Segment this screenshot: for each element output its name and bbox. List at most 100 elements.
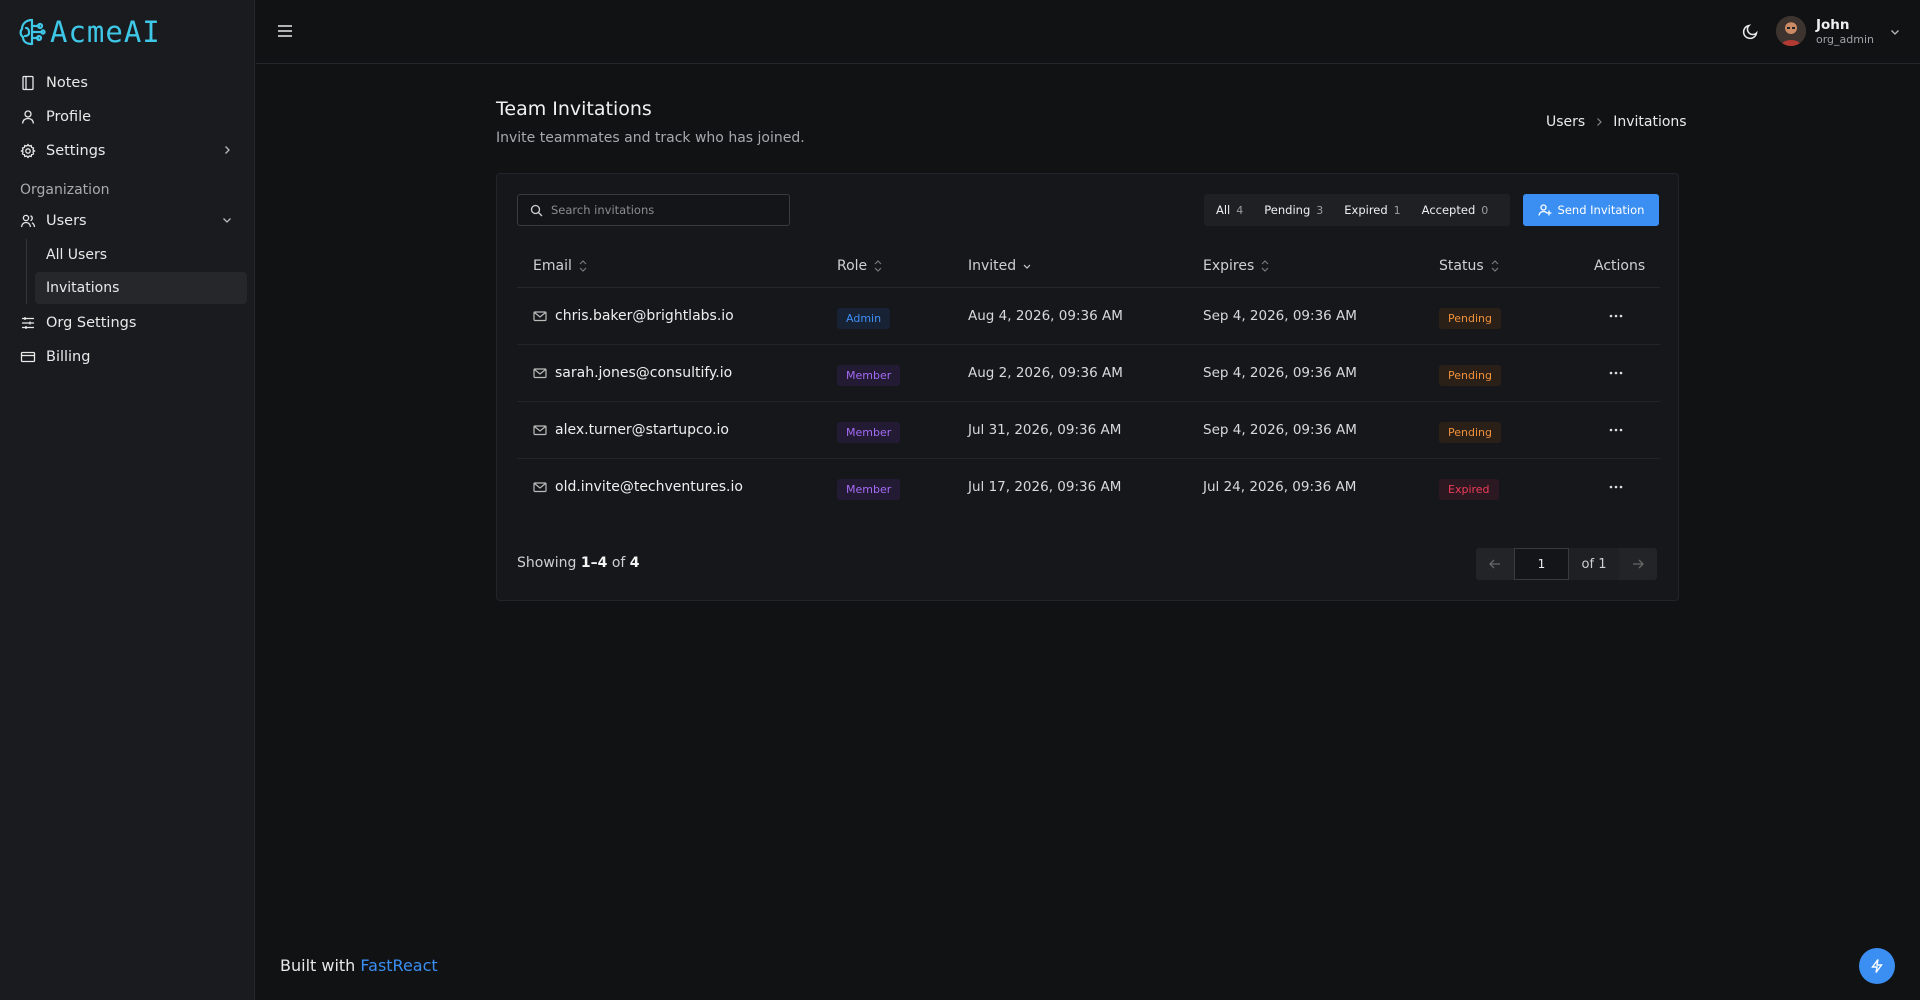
role-cell: Member [837,365,901,386]
actions-cell [1608,365,1624,381]
filter-count: 1 [1393,203,1401,217]
expires-cell: Jul 24, 2026, 09:36 AM [1203,479,1357,495]
sort-icon [578,259,588,273]
status-badge: Pending [1439,308,1501,329]
lightning-icon [1869,958,1885,974]
more-actions-icon[interactable] [1608,479,1624,495]
status-cell: Pending [1439,365,1501,386]
logo[interactable]: AcmeAI [18,14,161,50]
table-row: alex.turner@startupco.io Member Jul 31, … [517,402,1660,459]
filter-label: Pending [1264,203,1311,217]
breadcrumb-invitations: Invitations [1613,114,1687,130]
column-header-status[interactable]: Status [1439,256,1500,276]
email-text: alex.turner@startupco.io [555,422,729,438]
column-header-actions: Actions [1594,256,1645,276]
user-plus-icon [1537,203,1552,217]
sidebar-item-label: Users [46,213,87,229]
email-cell: old.invite@techventures.io [533,479,743,495]
email-cell: chris.baker@brightlabs.io [533,308,734,324]
status-badge: Pending [1439,422,1501,443]
send-invitation-button[interactable]: Send Invitation [1523,194,1659,226]
filter-count: 3 [1316,203,1324,217]
actions-cell [1608,308,1624,324]
status-filter-tabs: All 4 Pending 3 Expired 1 Accepted 0 [1204,194,1510,226]
search-box[interactable] [517,194,790,226]
sidebar-item-billing[interactable]: Billing [0,340,255,374]
avatar[interactable] [1776,16,1806,46]
sliders-icon [20,315,36,331]
showing-total: 4 [629,555,640,571]
status-cell: Pending [1439,308,1501,329]
search-icon [530,204,543,217]
sidebar-item-label: Notes [46,75,88,91]
sidebar-item-settings[interactable]: Settings [0,134,255,168]
expires-cell: Sep 4, 2026, 09:36 AM [1203,422,1357,438]
logo-text: AcmeAI [50,15,161,49]
quick-action-button[interactable] [1859,948,1895,984]
showing-range: 1–4 [580,555,608,571]
filter-all[interactable]: All 4 [1204,194,1252,226]
actions-cell [1608,479,1624,495]
filter-label: Expired [1344,203,1388,217]
invited-cell: Aug 2, 2026, 09:36 AM [968,365,1123,381]
column-label: Actions [1594,258,1646,274]
filter-accepted[interactable]: Accepted 0 [1410,194,1498,226]
column-header-role[interactable]: Role [837,256,883,276]
arrow-left-icon [1488,557,1502,571]
breadcrumb-users[interactable]: Users [1546,114,1585,130]
sidebar-item-label: Billing [46,349,91,365]
chevron-down-icon[interactable] [1889,26,1901,38]
fastreact-link[interactable]: FastReact [360,956,437,975]
sidebar-item-users[interactable]: Users [0,204,255,238]
showing-of: of [611,555,626,571]
more-actions-icon[interactable] [1608,308,1624,324]
table-row: old.invite@techventures.io Member Jul 17… [517,459,1660,516]
topbar: John org_admin [256,0,1920,64]
mail-icon [533,366,547,380]
column-header-invited[interactable]: Invited [968,256,1032,276]
search-input[interactable] [551,203,771,217]
page-subtitle: Invite teammates and track who has joine… [496,130,805,146]
invited-cell: Aug 4, 2026, 09:36 AM [968,308,1123,324]
user-name[interactable]: John [1816,17,1850,33]
page-title: Team Invitations [496,98,652,120]
page-number-input[interactable] [1514,548,1569,580]
send-invitation-label: Send Invitation [1557,203,1645,217]
role-badge: Admin [837,308,891,329]
table-row: chris.baker@brightlabs.io Admin Aug 4, 2… [517,288,1660,345]
filter-expired[interactable]: Expired 1 [1332,194,1409,226]
filter-label: All [1216,203,1231,217]
sort-icon [1260,259,1270,273]
column-header-email[interactable]: Email [533,256,588,276]
mail-icon [533,309,547,323]
column-label: Email [533,258,572,274]
sort-desc-icon [1022,259,1032,273]
next-page-button[interactable] [1619,548,1657,580]
showing-prefix: Showing [517,555,577,571]
column-header-expires[interactable]: Expires [1203,256,1270,276]
sidebar-item-label: Profile [46,109,92,125]
more-actions-icon[interactable] [1608,422,1624,438]
hamburger-menu-icon[interactable] [276,22,294,40]
filter-pending[interactable]: Pending 3 [1252,194,1332,226]
invited-cell: Jul 17, 2026, 09:36 AM [968,479,1122,495]
sidebar-subitem-invitations[interactable]: Invitations [35,272,247,304]
user-role: org_admin [1816,33,1875,46]
more-actions-icon[interactable] [1608,365,1624,381]
moon-icon[interactable] [1742,22,1760,40]
sidebar-section-organization: Organization [20,182,110,198]
sidebar-item-profile[interactable]: Profile [0,100,255,134]
sidebar-subitem-all-users[interactable]: All Users [35,239,247,271]
showing-summary: Showing 1–4 of 4 [517,555,640,571]
gear-icon [20,143,36,159]
email-text: chris.baker@brightlabs.io [555,308,734,324]
chevron-right-icon [1594,117,1604,127]
role-cell: Member [837,479,901,500]
sidebar-item-notes[interactable]: Notes [0,66,255,100]
email-cell: alex.turner@startupco.io [533,422,729,438]
mail-icon [533,480,547,494]
prev-page-button[interactable] [1476,548,1514,580]
sidebar: AcmeAI Notes Profile Settings Organizati… [0,0,255,1000]
status-badge: Expired [1439,479,1499,500]
sidebar-item-org-settings[interactable]: Org Settings [0,306,255,340]
